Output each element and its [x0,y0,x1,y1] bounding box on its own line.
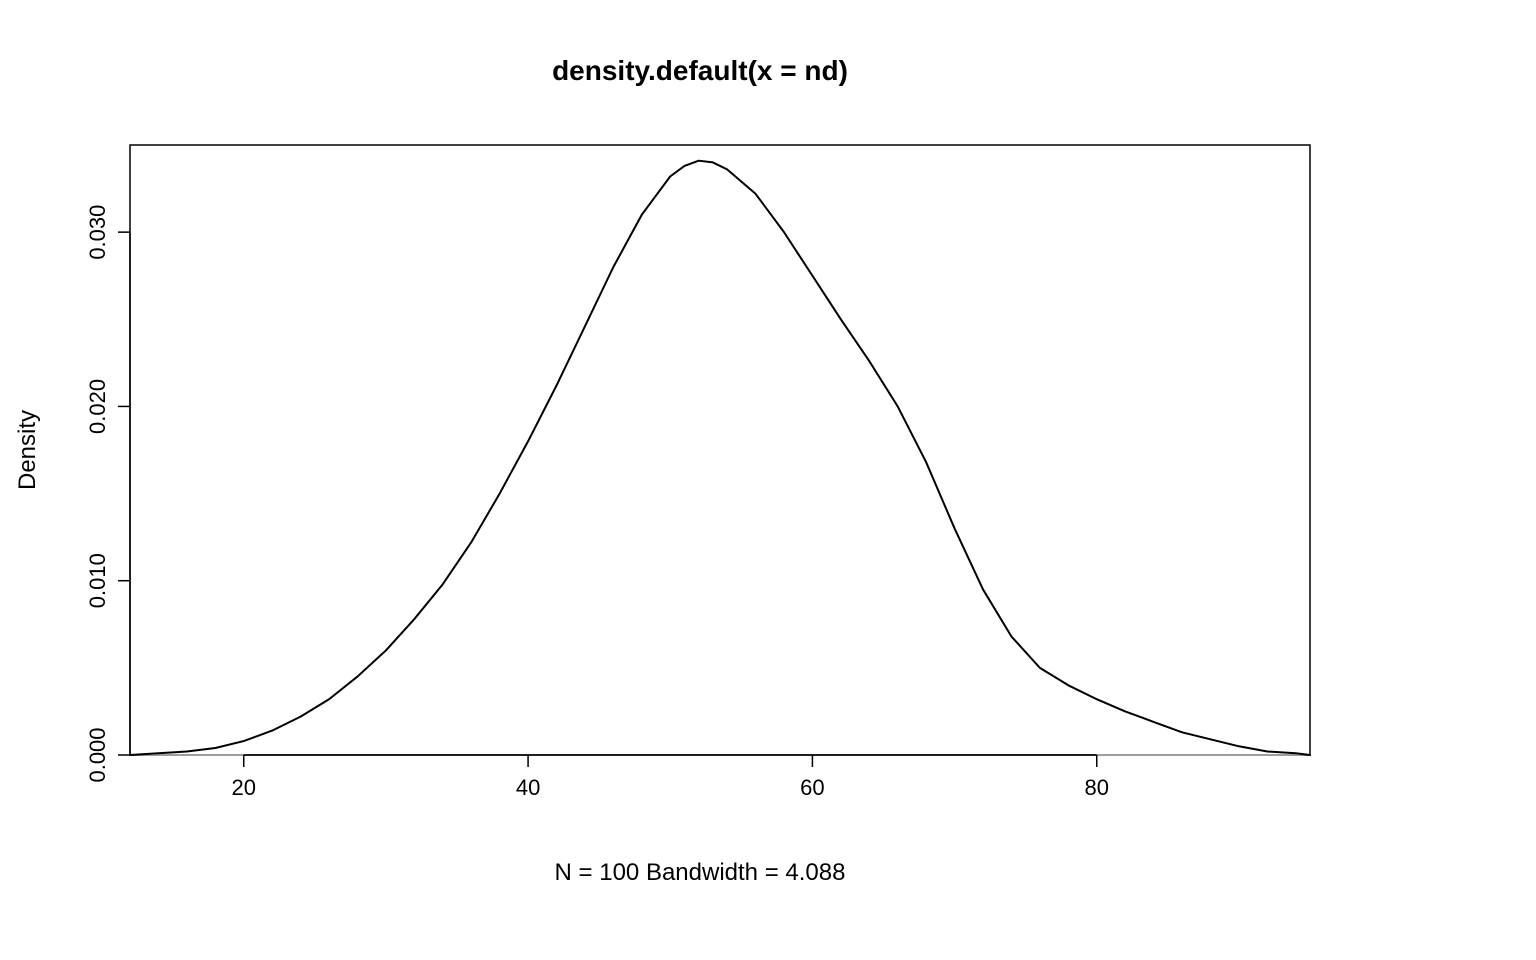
plot-area: 20 40 60 80 0.000 0.010 0.020 0.030 [85,145,1310,800]
x-tick-label: 60 [800,775,824,800]
y-tick-label: 0.020 [85,379,110,434]
x-tick-label: 40 [516,775,540,800]
chart-title: density.default(x = nd) [552,55,848,86]
y-tick-label: 0.000 [85,727,110,782]
y-axis-label: Density [14,410,41,490]
density-curve [130,161,1310,755]
x-tick-label: 80 [1085,775,1109,800]
y-tick-label: 0.010 [85,553,110,608]
x-tick-label: 20 [231,775,255,800]
y-tick-label: 0.030 [85,205,110,260]
plot-box [130,145,1310,755]
x-axis-label: N = 100 Bandwidth = 4.088 [555,859,846,886]
